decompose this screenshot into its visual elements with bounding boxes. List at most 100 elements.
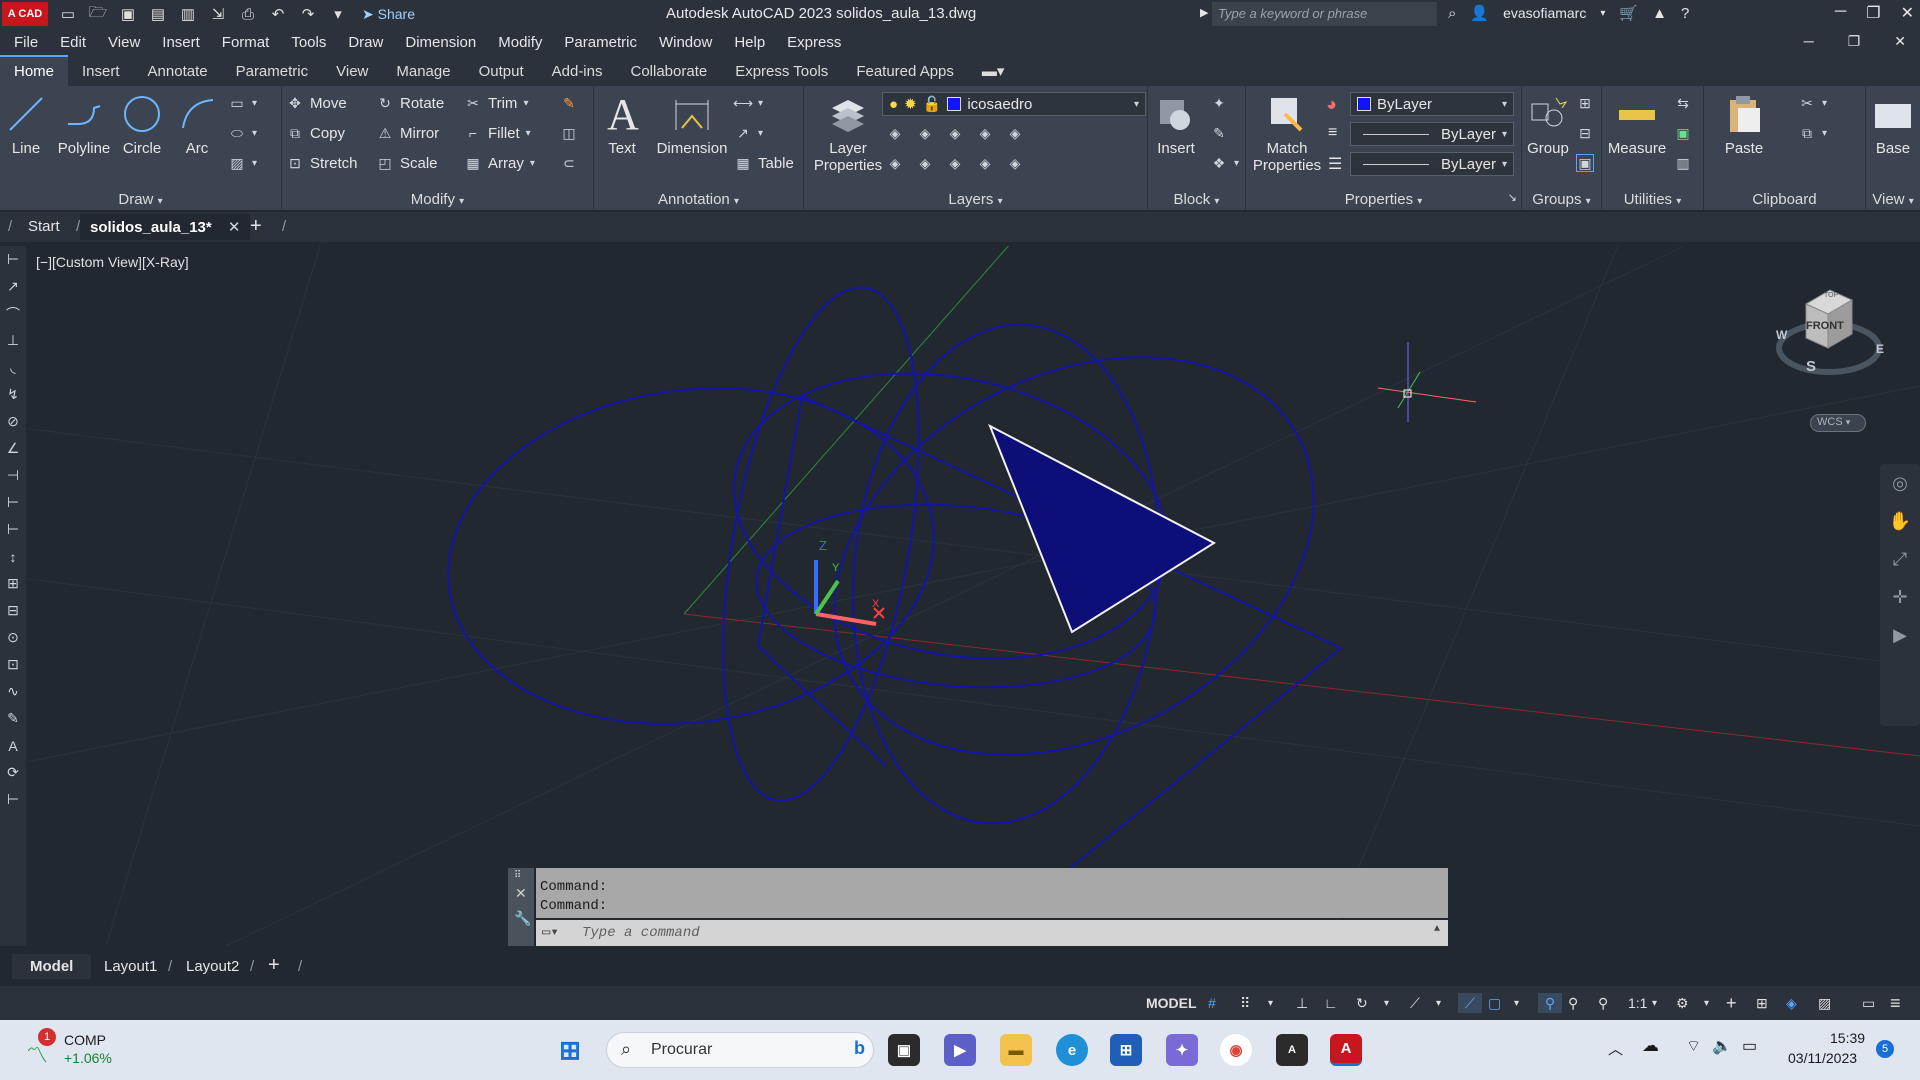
chevron-down-icon[interactable]: ▾ — [1600, 8, 1605, 19]
tolerance-icon[interactable]: ⊟ — [0, 597, 26, 624]
view-panel-title[interactable]: View ▾ — [1866, 191, 1920, 208]
quick-select-button[interactable]: ⇆ — [1674, 94, 1692, 112]
isodraft-icon[interactable]: ⟋ — [1410, 993, 1420, 1013]
hatch-button[interactable]: ▨ ▾ — [228, 154, 257, 172]
layer-merge-icon[interactable]: ◈ — [1006, 154, 1024, 172]
doc-minimize-icon[interactable]: ─ — [1804, 33, 1814, 50]
workspace-gear-icon[interactable]: ⚙ — [1676, 993, 1689, 1013]
layout1-tab[interactable]: Layout1 — [104, 958, 157, 975]
user-icon[interactable]: 👤 — [1470, 4, 1489, 22]
match-properties-button[interactable]: Match Properties — [1250, 92, 1324, 174]
line-button[interactable]: Line — [4, 92, 48, 157]
fillet-button[interactable]: ⌐ Fillet ▾ — [464, 124, 531, 142]
share-button[interactable]: ➤ Share — [362, 6, 415, 23]
viewcube[interactable]: TOP FRONT W E S — [1774, 286, 1884, 396]
command-history-up-icon[interactable]: ▲ — [1434, 924, 1440, 935]
windows-start-icon[interactable]: ⊞ — [554, 1034, 586, 1066]
layer-dropdown[interactable]: ● ✹ 🔓 icosaedro ▾ — [882, 92, 1146, 116]
auto-scale-icon[interactable]: ⚲ — [1568, 993, 1578, 1013]
new-tab-icon[interactable]: + — [250, 215, 262, 238]
search-icon[interactable]: ⌕ — [1448, 5, 1456, 22]
properties-panel-title[interactable]: Properties ▾ ↘ — [1246, 191, 1521, 208]
copilot-icon[interactable]: ✦ — [1166, 1034, 1198, 1066]
ribbon-options-icon[interactable]: ▬▾ — [968, 56, 1019, 86]
center-mark-icon[interactable]: ⊙ — [0, 624, 26, 651]
menu-parametric[interactable]: Parametric — [564, 34, 637, 51]
drawing-canvas[interactable] — [26, 246, 1920, 946]
new-layout-icon[interactable]: + — [268, 954, 280, 977]
menu-format[interactable]: Format — [222, 34, 270, 51]
clean-screen-icon[interactable]: ▭ — [1862, 993, 1875, 1013]
edit-attributes-button[interactable]: ❖ ▾ — [1210, 154, 1239, 172]
model-space-toggle[interactable]: MODEL — [1146, 993, 1197, 1013]
group-edit-button[interactable]: ⊟ — [1576, 124, 1594, 142]
menu-view[interactable]: View — [108, 34, 140, 51]
array-button[interactable]: ▦ Array ▾ — [464, 154, 535, 172]
layer-off-icon[interactable]: ◈ — [886, 124, 904, 142]
help-icon[interactable]: ? — [1681, 5, 1689, 22]
menu-modify[interactable]: Modify — [498, 34, 542, 51]
layer-unisolate-icon[interactable]: ◈ — [916, 154, 934, 172]
ungroup-button[interactable]: ⊞ — [1576, 94, 1594, 112]
isolate-objects-icon[interactable]: ◈ — [1786, 993, 1797, 1013]
linetype-dropdown[interactable]: ByLayer ▾ — [1350, 152, 1514, 176]
compass-e[interactable]: E — [1876, 342, 1884, 356]
menu-window[interactable]: Window — [659, 34, 712, 51]
microsoft-store-icon[interactable]: ⊞ — [1110, 1034, 1142, 1066]
infer-constraints-icon[interactable]: ⊥ — [1296, 993, 1308, 1013]
dim-space-icon[interactable]: ↕ — [0, 543, 26, 570]
save-as-icon[interactable]: ▤ — [148, 5, 168, 23]
model-tab[interactable]: Model — [12, 954, 92, 979]
save-icon[interactable]: ▣ — [118, 5, 138, 23]
customization-menu-icon[interactable]: ≡ — [1890, 993, 1901, 1013]
annotation-visibility-icon[interactable]: ⚲ — [1538, 993, 1562, 1013]
chevron-down-icon[interactable]: ▾ — [1436, 993, 1441, 1013]
compass-s[interactable]: S — [1806, 358, 1816, 375]
export-icon[interactable]: ⇲ — [208, 5, 228, 23]
menu-tools[interactable]: Tools — [291, 34, 326, 51]
hardware-acceleration-icon[interactable]: ▨ — [1818, 993, 1831, 1013]
linear-dim-button[interactable]: ⟷ ▾ — [733, 94, 763, 112]
close-icon[interactable]: ✕ — [1901, 3, 1914, 23]
menu-edit[interactable]: Edit — [60, 34, 86, 51]
snap-mode-icon[interactable]: ⠿ — [1240, 993, 1250, 1013]
pan-icon[interactable]: ✋ — [1880, 502, 1920, 540]
ortho-icon[interactable]: ∟ — [1324, 993, 1338, 1013]
paste-button[interactable]: Paste — [1718, 92, 1770, 157]
draw-panel-title[interactable]: Draw ▾ — [0, 191, 281, 208]
polar-tracking-icon[interactable]: ↻ — [1356, 993, 1368, 1013]
task-view-icon[interactable]: ▣ — [888, 1034, 920, 1066]
ribbon-tab-featured-apps[interactable]: Featured Apps — [842, 57, 968, 86]
close-command-icon[interactable]: ✕ — [508, 881, 534, 902]
text-button[interactable]: A Text — [602, 90, 642, 158]
volume-icon[interactable]: 🔈 — [1712, 1036, 1732, 1056]
annotation-scale-icon[interactable]: ⚲ — [1598, 993, 1608, 1013]
wcs-menu[interactable]: WCS ▾ — [1810, 414, 1866, 432]
app-logo[interactable]: A CAD — [2, 2, 48, 26]
customize-wrench-icon[interactable]: 🔧 — [508, 902, 534, 927]
title-arrow-icon[interactable]: ▶ — [1200, 6, 1208, 19]
edit-block-button[interactable]: ✎ — [1210, 124, 1228, 142]
help-search-input[interactable]: Type a keyword or phrase — [1212, 2, 1437, 26]
layers-panel-title[interactable]: Layers ▾ — [804, 191, 1147, 208]
dim-arc-icon[interactable]: ⌒ — [0, 300, 26, 327]
drawing-tab[interactable]: solidos_aula_13* ✕ — [80, 214, 251, 240]
doc-restore-icon[interactable]: ❐ — [1848, 33, 1861, 50]
menu-file[interactable]: File — [14, 34, 38, 51]
dim-text-edit-icon[interactable]: A — [0, 732, 26, 759]
lineweight-icon[interactable]: ≡ — [1328, 124, 1337, 142]
dim-update-icon[interactable]: ⟳ — [0, 759, 26, 786]
calculator-button[interactable]: ▥ — [1674, 154, 1692, 172]
chevron-down-icon[interactable]: ▾ — [1704, 993, 1709, 1013]
arc-button[interactable]: Arc — [174, 92, 220, 157]
utilities-panel-title[interactable]: Utilities ▾ — [1602, 191, 1703, 208]
explode-button[interactable]: ◫ — [560, 124, 578, 142]
ribbon-tab-output[interactable]: Output — [465, 57, 538, 86]
clock-date[interactable]: 03/11/2023 — [1788, 1050, 1857, 1066]
layer-match-icon[interactable]: ◈ — [1006, 124, 1024, 142]
copy-button[interactable]: ⧉ Copy — [286, 124, 345, 142]
autodesk-app-icon[interactable]: ▲ — [1652, 5, 1667, 22]
onedrive-icon[interactable]: ☁ — [1642, 1036, 1659, 1056]
rectangle-button[interactable]: ▭ ▾ — [228, 94, 257, 112]
offset-button[interactable]: ⊂ — [560, 154, 578, 172]
